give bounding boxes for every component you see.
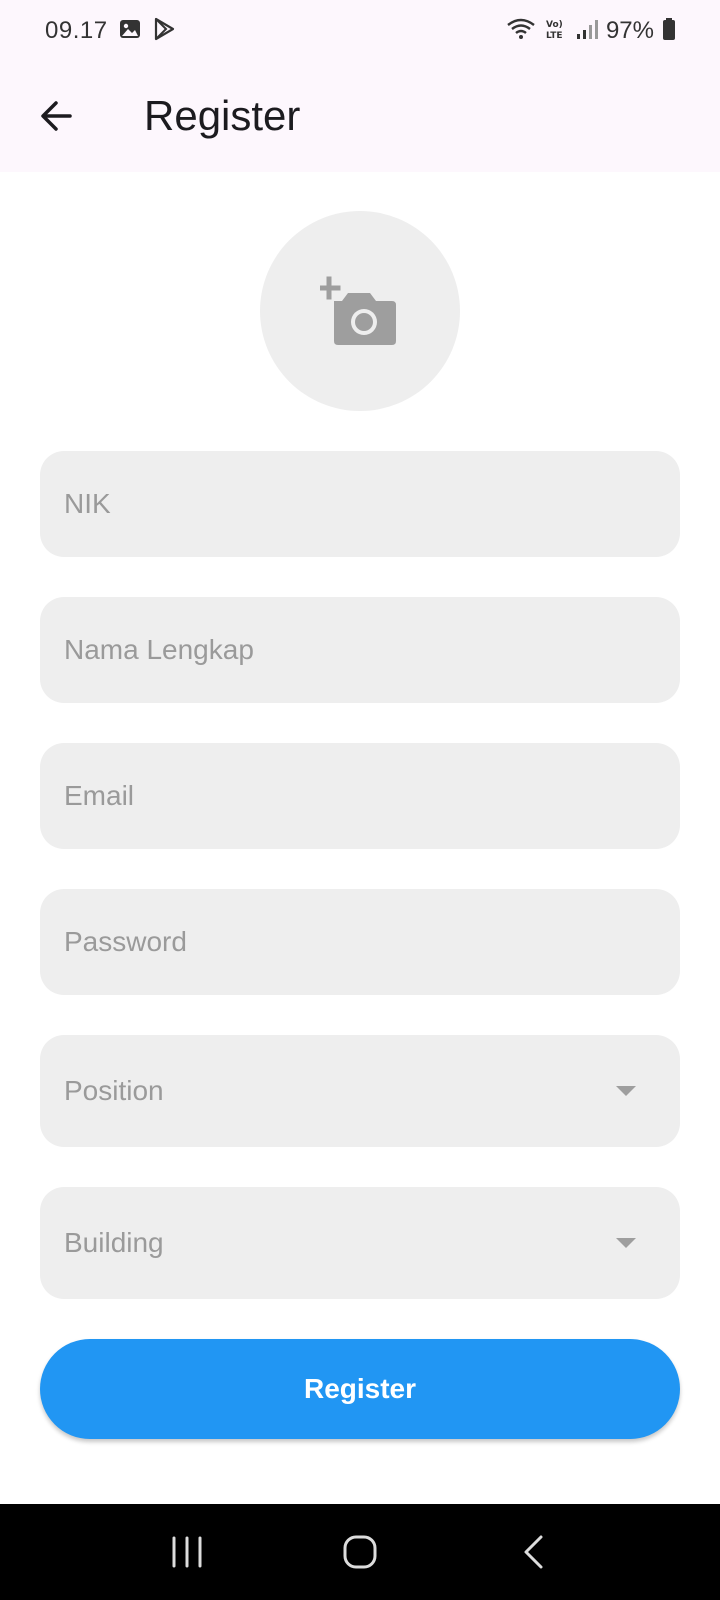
building-dropdown[interactable]: Building: [40, 1187, 680, 1299]
register-screen: 09.17 Vo) LTE 97% Register NIK Nama Leng…: [0, 0, 720, 1600]
avatar-picker[interactable]: [260, 211, 460, 411]
home-icon: [343, 1535, 377, 1569]
gallery-icon: [118, 17, 142, 46]
email-input[interactable]: [64, 743, 656, 849]
signal-icon: [576, 17, 598, 46]
play-store-icon: [152, 17, 176, 46]
dropdown-arrow-icon: [606, 1223, 646, 1263]
register-button[interactable]: Register: [40, 1339, 680, 1439]
system-nav-bar: [0, 1504, 720, 1600]
svg-text:LTE: LTE: [546, 31, 563, 41]
page-title: Register: [144, 92, 301, 139]
password-field[interactable]: [40, 889, 680, 995]
add-a-photo-icon: [320, 276, 396, 345]
home-button[interactable]: [320, 1517, 400, 1587]
status-time: 09.17: [45, 17, 108, 44]
recent-apps-icon: [172, 1536, 202, 1568]
position-dropdown[interactable]: Position: [40, 1035, 680, 1147]
email-field[interactable]: [40, 743, 680, 849]
arrow-back-icon: [41, 101, 72, 131]
position-label: Position: [64, 1075, 164, 1106]
full-name-input[interactable]: [64, 597, 656, 703]
status-right: Vo) LTE 97%: [506, 17, 676, 46]
nik-field[interactable]: [40, 451, 680, 557]
building-label: Building: [64, 1227, 164, 1258]
password-input[interactable]: [64, 889, 656, 995]
recent-apps-button[interactable]: [147, 1517, 227, 1587]
battery-level: 97%: [605, 17, 654, 44]
app-bar: Register: [0, 62, 720, 172]
volte-icon: Vo) LTE: [544, 17, 568, 46]
full-name-field[interactable]: [40, 597, 680, 703]
battery-icon: [662, 17, 676, 46]
wifi-icon: [506, 17, 536, 46]
dropdown-arrow-icon: [606, 1071, 646, 1111]
back-icon: [524, 1535, 543, 1569]
svg-text:Vo): Vo): [546, 20, 563, 30]
status-bar: 09.17 Vo) LTE 97%: [0, 0, 720, 62]
back-button[interactable]: [30, 90, 82, 142]
system-back-button[interactable]: [493, 1517, 573, 1587]
nik-input[interactable]: [64, 451, 656, 557]
status-left: 09.17: [45, 17, 176, 46]
